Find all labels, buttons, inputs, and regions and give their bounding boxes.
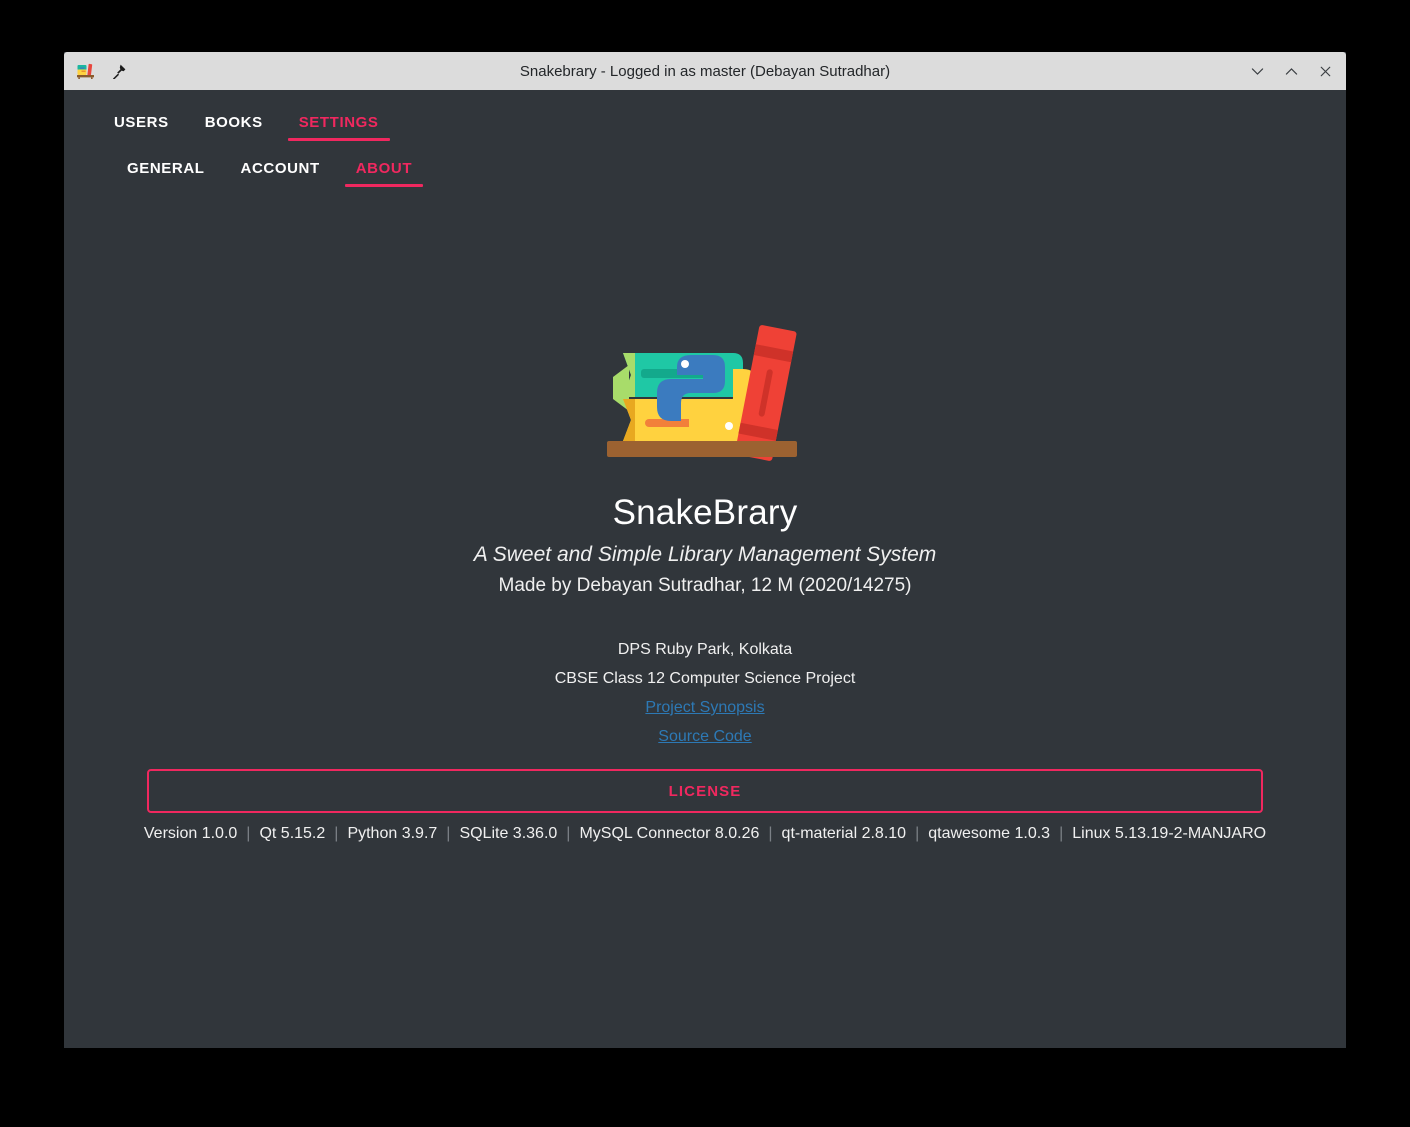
version-python: Python 3.9.7: [347, 825, 438, 842]
tab-books-label: BOOKS: [204, 114, 263, 131]
tab-settings[interactable]: SETTINGS: [281, 108, 397, 143]
tab-users-label: USERS: [114, 114, 169, 131]
school-name: DPS Ruby Park, Kolkata: [617, 641, 793, 658]
page-title: SnakeBrary: [612, 493, 798, 532]
window-title: Snakebrary - Logged in as master (Debaya…: [519, 62, 891, 80]
chevron-up-icon[interactable]: [1280, 60, 1302, 82]
license-button-label: LICENSE: [668, 782, 742, 800]
window-controls: [1246, 52, 1336, 90]
desktop-background: Snakebrary - Logged in as master (Debaya…: [0, 0, 1410, 1127]
tab-settings-label: SETTINGS: [298, 114, 379, 131]
window-content: USERS BOOKS SETTINGS GENERAL ACCOUNT ABO…: [64, 90, 1346, 1048]
version-qt-material: qt-material 2.8.10: [781, 825, 907, 842]
chevron-down-icon[interactable]: [1246, 60, 1268, 82]
title-bar[interactable]: Snakebrary - Logged in as master (Debaya…: [64, 52, 1346, 90]
tab-users[interactable]: USERS: [96, 108, 187, 143]
subtab-general[interactable]: GENERAL: [109, 154, 223, 189]
pin-icon[interactable]: [110, 62, 128, 80]
app-author: Made by Debayan Sutradhar, 12 M (2020/14…: [498, 575, 912, 596]
about-meta-block: DPS Ruby Park, Kolkata CBSE Class 12 Com…: [555, 635, 856, 751]
tab-underline: [287, 138, 390, 141]
project-description: CBSE Class 12 Computer Science Project: [554, 670, 856, 687]
about-panel: SnakeBrary A Sweet and Simple Library Ma…: [64, 307, 1346, 843]
subtab-account-label: ACCOUNT: [240, 160, 320, 177]
version-footer: Version 1.0.0 | Qt 5.15.2 | Python 3.9.7…: [135, 825, 1275, 843]
license-button[interactable]: LICENSE: [147, 769, 1263, 813]
version-sqlite: SQLite 3.36.0: [459, 825, 558, 842]
subtab-about[interactable]: ABOUT: [338, 154, 430, 189]
tab-books[interactable]: BOOKS: [187, 108, 281, 143]
title-bar-left-icons: [64, 61, 128, 81]
version-os: Linux 5.13.19-2-MANJARO: [1072, 825, 1267, 842]
app-tagline: A Sweet and Simple Library Management Sy…: [473, 543, 937, 566]
main-tab-bar: USERS BOOKS SETTINGS: [64, 90, 1346, 143]
subtab-account[interactable]: ACCOUNT: [223, 154, 338, 189]
settings-sub-tab-bar: GENERAL ACCOUNT ABOUT: [64, 143, 1346, 189]
source-code-link[interactable]: Source Code: [658, 722, 751, 751]
snakebrary-books-python-logo: [605, 307, 805, 477]
close-icon[interactable]: [1314, 60, 1336, 82]
books-shelf-icon: [76, 61, 96, 81]
version-qtawesome: qtawesome 1.0.3: [928, 825, 1051, 842]
subtab-about-label: ABOUT: [355, 160, 413, 177]
subtab-general-label: GENERAL: [127, 160, 205, 177]
version-mysql-connector: MySQL Connector 8.0.26: [579, 825, 760, 842]
application-window: Snakebrary - Logged in as master (Debaya…: [64, 52, 1346, 1048]
version-qt: Qt 5.15.2: [259, 825, 326, 842]
version-app: Version 1.0.0: [143, 825, 238, 842]
project-synopsis-link[interactable]: Project Synopsis: [645, 693, 764, 722]
tab-underline: [344, 184, 424, 187]
